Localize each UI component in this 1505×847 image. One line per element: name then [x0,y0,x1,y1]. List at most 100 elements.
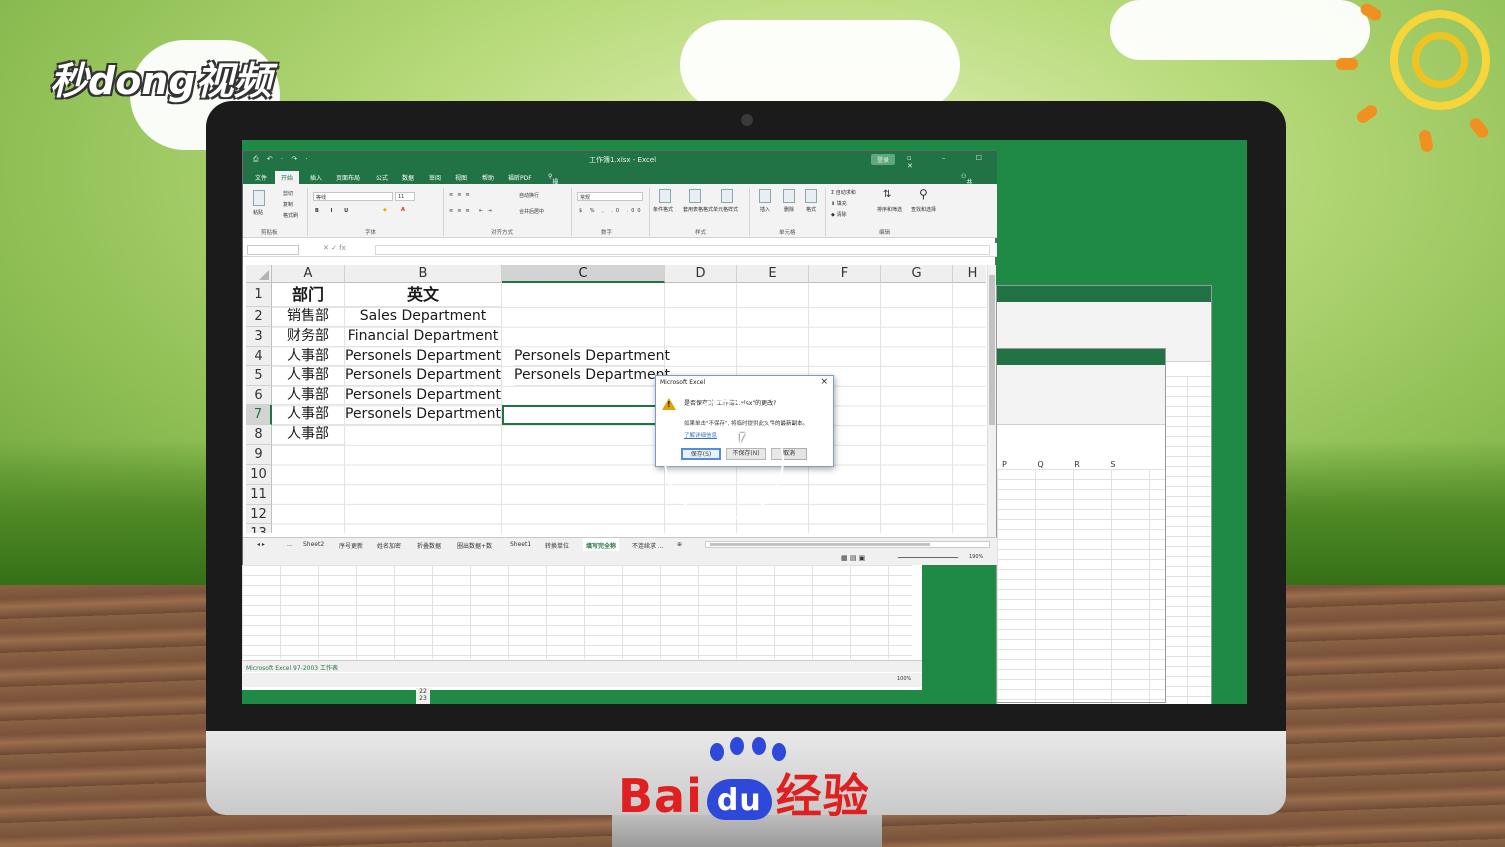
tab-home[interactable]: 开始 [275,171,300,184]
sheet-tab[interactable]: ... [287,541,293,548]
tab-insert[interactable]: 插入 [310,173,322,182]
cell-b2[interactable]: Sales Department [345,307,502,327]
horizontal-scrollbar[interactable] [705,541,990,548]
format-as-table-icon[interactable] [689,189,701,203]
dialog-close-icon[interactable]: × [820,377,828,387]
tab-foxit-pdf[interactable]: 福昕PDF [508,173,532,182]
sheet-tab[interactable]: Sheet1 [510,541,531,548]
wrap-text-button[interactable]: 自动换行 [519,192,539,199]
cell-b1[interactable]: 英文 [345,285,502,307]
font-color-icon[interactable]: A [401,207,405,213]
cell-c7-selected[interactable] [502,405,665,425]
vertical-scrollbar[interactable] [987,265,996,537]
fx-icon[interactable]: ✕ ✓ fx [323,244,346,252]
sort-filter-icon[interactable]: ⇅ [883,189,891,200]
font-size-select[interactable]: 11 [395,192,415,201]
tab-page-layout[interactable]: 页面布局 [336,173,360,182]
cell-a3[interactable]: 财务部 [272,327,345,347]
font-format-buttons[interactable]: B I U [315,208,353,214]
number-format-select[interactable]: 常规 [577,192,643,201]
sheet-tab[interactable]: 折叠数据 [417,541,441,550]
cell-c5[interactable]: Personels Department [514,366,670,386]
cell-b4[interactable]: Personels Department [345,347,502,366]
tab-formulas[interactable]: 公式 [376,173,388,182]
row-header[interactable]: 6 [246,386,272,405]
cell-b3[interactable]: Financial Department [345,327,502,347]
tab-data[interactable]: 数据 [402,173,414,182]
tab-view[interactable]: 视图 [455,173,467,182]
view-normal-icon[interactable]: ▦ ▤ ▣ [841,554,865,562]
row-header[interactable]: 9 [246,445,272,465]
tab-file[interactable]: 文件 [255,173,267,182]
cell-a5[interactable]: 人事部 [272,366,345,386]
row-header[interactable]: 4 [246,347,272,366]
row-header[interactable]: 8 [246,425,272,445]
cut-button[interactable]: 剪切 [283,190,293,197]
sheet-tab[interactable]: 序号更新 [339,541,363,550]
column-header[interactable]: C [502,265,665,283]
sheet-tab[interactable]: 转换单位 [545,541,569,550]
share-button[interactable]: ⚇ 共享 [961,173,972,195]
formula-input[interactable] [375,245,990,255]
fill-color-icon[interactable]: ◆ [383,207,387,213]
merge-center-button[interactable]: 合并后居中 [519,208,544,215]
cell-b6[interactable]: Personels Department [345,386,502,405]
number-format-icons[interactable]: $ % , .0 .00 [579,208,644,214]
row-header[interactable]: 3 [246,327,272,347]
conditional-format-icon[interactable] [659,189,671,203]
fill-button[interactable]: ⬇ 填充 [831,200,847,207]
tab-review[interactable]: 审阅 [429,173,441,182]
format-cells-icon[interactable] [805,189,817,203]
add-sheet-button[interactable]: ⊕ [677,541,682,548]
column-header[interactable]: F [809,265,881,283]
column-header[interactable]: B [345,265,502,283]
autosum-button[interactable]: Σ 自动求和 [831,189,856,196]
align-icons[interactable]: ≡≡≡ [449,192,474,198]
cell-a7[interactable]: 人事部 [272,405,345,425]
insert-cells-icon[interactable] [759,189,771,203]
zoom-level[interactable]: 190% [969,554,983,560]
column-header[interactable]: H [953,265,986,283]
row-header[interactable]: 12 [246,505,272,524]
cell-c4[interactable]: Personels Department [514,347,670,366]
bg-sheet-tab[interactable]: Microsoft Excel 97-2003 工作表 [246,663,338,672]
name-box[interactable] [247,245,299,255]
window-controls[interactable]: ▫ – ☐ ✕ [907,154,997,170]
row-header[interactable]: 5 [246,366,272,386]
row-header[interactable]: 11 [246,485,272,505]
column-header[interactable]: E [737,265,809,283]
sheet-tab[interactable]: Sheet2 [303,541,324,548]
column-header[interactable]: G [881,265,953,283]
copy-button[interactable]: 复制 [283,201,293,208]
quick-access-toolbar[interactable]: ⎙ ↶ · ↷ · [253,155,311,164]
row-header[interactable]: 7 [246,405,272,425]
row-header[interactable]: 13 [246,524,272,533]
delete-cells-icon[interactable] [783,189,795,203]
find-select-icon[interactable]: ⚲ [919,187,928,201]
row-header[interactable]: 1 [246,283,272,307]
column-header[interactable]: D [665,265,737,283]
select-all-button[interactable] [246,265,272,283]
sheet-nav-arrows[interactable]: ◂ ▸ [257,541,265,548]
sheet-tab[interactable]: 不连续求 ... [632,541,664,550]
align-icons-2[interactable]: ≡≡≡ ⇤⇥ [449,208,496,214]
cell-b7[interactable]: Personels Department [345,405,502,425]
tab-help[interactable]: 帮助 [482,173,494,182]
cell-styles-icon[interactable] [721,189,733,203]
cell-a6[interactable]: 人事部 [272,386,345,405]
row-header[interactable]: 2 [246,307,272,327]
sheet-tab[interactable]: 圈出数据+数 [457,541,492,550]
clear-button[interactable]: ◆ 清除 [831,211,846,218]
column-header[interactable]: A [272,265,345,283]
zoom-slider[interactable] [898,557,958,558]
tell-me-search[interactable]: ⚲ 操作说明搜索 [548,173,558,231]
row-header[interactable]: 10 [246,465,272,485]
signin-button[interactable]: 登录 [871,154,896,165]
cell-b5[interactable]: Personels Department [345,366,502,386]
cell-a2[interactable]: 销售部 [272,307,345,327]
format-painter-button[interactable]: 格式刷 [283,212,298,219]
paste-icon[interactable] [253,190,265,206]
cell-a4[interactable]: 人事部 [272,347,345,366]
cell-a8[interactable]: 人事部 [272,425,345,445]
font-family-select[interactable]: 等线 [313,192,393,201]
